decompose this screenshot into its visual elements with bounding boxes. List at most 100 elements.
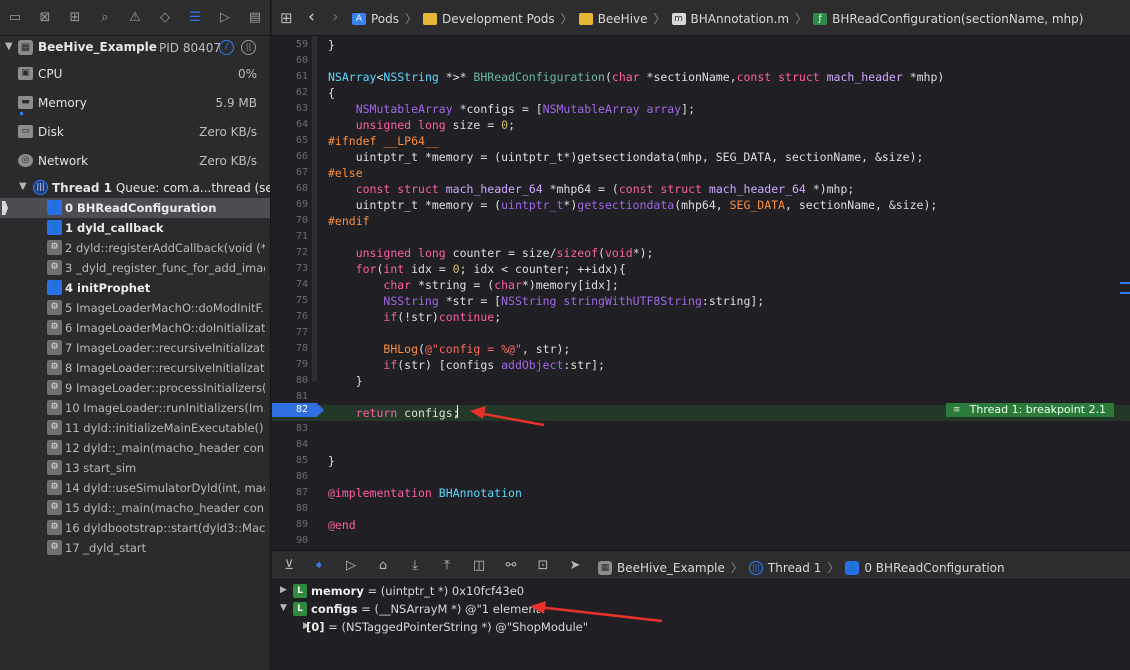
x-square-icon[interactable]: ⊠ xyxy=(36,9,54,27)
code-line[interactable]: 70 #endif xyxy=(272,213,1130,229)
code-line[interactable]: 63 NSMutableArray *configs = [NSMutableA… xyxy=(272,101,1130,117)
search-icon[interactable]: ⌕ xyxy=(96,9,114,27)
stack-frame-row[interactable]: ⚙ 9 ImageLoader::processInitializers(... xyxy=(0,378,270,398)
variable-row[interactable]: ▼ Lconfigs = (__NSArrayM *) @"1 element" xyxy=(272,600,1130,618)
system-frame-icon: ⚙ xyxy=(47,520,62,535)
step-over-icon[interactable]: ⌂ xyxy=(374,557,392,575)
debug-breadcrumb-label: 0 BHReadConfiguration xyxy=(864,560,1005,575)
step-out-icon[interactable]: ⤒ xyxy=(438,557,456,575)
code-line[interactable]: 78 BHLog(@"config = %@", str); xyxy=(272,341,1130,357)
continue-icon[interactable]: ▷ xyxy=(342,557,360,575)
stack-frame-row[interactable]: ⚙ 3 _dyld_register_func_for_add_image xyxy=(0,258,270,278)
variable-row[interactable]: ▶ Lmemory = (uintptr_t *) 0x10fcf43e0 xyxy=(272,582,1130,600)
code-line[interactable]: 64 unsigned long size = 0; xyxy=(272,117,1130,133)
stack-frame-row[interactable]: ⚙ 17 _dyld_start xyxy=(0,538,270,558)
back-chevron-icon[interactable]: ‹ xyxy=(308,7,315,27)
breakpoint-marker[interactable]: 82 xyxy=(272,403,324,417)
pause-gauge-icon[interactable]: || xyxy=(241,40,256,55)
forward-chevron-icon[interactable]: › xyxy=(332,7,339,27)
stack-frame-row[interactable]: ⚙ 2 dyld::registerAddCallback(void (*... xyxy=(0,238,270,258)
stack-frame-label: 8 ImageLoader::recursiveInitializati... xyxy=(65,361,265,375)
disclosure-down-icon[interactable]: ▼ xyxy=(19,181,27,192)
activity-gauge-icon[interactable]: / xyxy=(219,40,234,55)
code-line[interactable]: 84 xyxy=(272,437,1130,453)
stack-frame-row[interactable]: ⚙ 11 dyld::initializeMainExecutable() xyxy=(0,418,270,438)
code-line[interactable]: 67 #else xyxy=(272,165,1130,181)
code-line[interactable]: 69 uintptr_t *memory = (uintptr_t*)getse… xyxy=(272,197,1130,213)
breakpoint-line-number: 82 xyxy=(295,404,308,415)
warning-icon[interactable]: ⚠ xyxy=(126,9,144,27)
breadcrumb-item[interactable]: Development Pods xyxy=(423,12,555,26)
code-line[interactable]: 60 xyxy=(272,53,1130,69)
debug-breadcrumb-item[interactable]: ||| Thread 1 xyxy=(748,560,821,575)
tag-icon[interactable]: ▷ xyxy=(216,9,234,27)
code-line[interactable]: 85} xyxy=(272,453,1130,469)
simulate-location-icon[interactable]: ➤ xyxy=(566,557,584,575)
code-line[interactable]: 80 } xyxy=(272,373,1130,389)
stack-frame-row[interactable]: ⚙ 10 ImageLoader::runInitializers(Im... xyxy=(0,398,270,418)
code-line[interactable]: 59} xyxy=(272,37,1130,53)
gauge-network[interactable]: ◎ Network Zero KB/s xyxy=(0,147,270,176)
code-line[interactable]: 86 xyxy=(272,469,1130,485)
stack-frame-row[interactable]: 👤 1 dyld_callback xyxy=(0,218,270,238)
debug-breadcrumb-item[interactable]: ▦ BeeHive_Example xyxy=(598,560,725,575)
stack-frame-row[interactable]: 👤 4 initProphet xyxy=(0,278,270,298)
gauge-cpu[interactable]: ▣ CPU 0% xyxy=(0,60,270,89)
code-line[interactable]: 75 NSString *str = [NSString stringWithU… xyxy=(272,293,1130,309)
environment-overrides-icon[interactable]: ⊡ xyxy=(534,557,552,575)
hide-debug-area-icon[interactable]: ⊻ xyxy=(280,557,298,575)
code-line[interactable]: 66 uintptr_t *memory = (uintptr_t*)getse… xyxy=(272,149,1130,165)
breadcrumb-item[interactable]: A Pods xyxy=(352,12,399,26)
line-number: 69 xyxy=(295,199,308,210)
stack-frame-row[interactable]: 👤 0 BHReadConfiguration xyxy=(0,198,270,218)
disclosure-down-icon[interactable]: ▼ xyxy=(5,41,13,52)
process-row[interactable]: ▼ ▦ BeeHive_Example PID 80407 / || xyxy=(0,37,270,59)
code-line[interactable]: 79 if(str) [configs addObject:str]; xyxy=(272,357,1130,373)
stack-frame-row[interactable]: ⚙ 13 start_sim xyxy=(0,458,270,478)
stack-frame-row[interactable]: ⚙ 16 dyldbootstrap::start(dyld3::Mac... xyxy=(0,518,270,538)
stack-frame-row[interactable]: ⚙ 6 ImageLoaderMachO::doInitializat... xyxy=(0,318,270,338)
stack-frame-row[interactable]: ⚙ 5 ImageLoaderMachO::doModInitF... xyxy=(0,298,270,318)
code-line[interactable]: 90 xyxy=(272,533,1130,549)
diamond-icon[interactable]: ◇ xyxy=(156,9,174,27)
breakpoint-toggle-icon[interactable]: ➧ xyxy=(310,557,328,575)
related-items-grid-icon[interactable]: ⊞ xyxy=(280,9,293,27)
code-line[interactable]: 72 unsigned long counter = size/sizeof(v… xyxy=(272,245,1130,261)
breadcrumb-item[interactable]: m BHAnnotation.m xyxy=(671,12,789,26)
debug-breadcrumb-item[interactable]: 👤 0 BHReadConfiguration xyxy=(845,560,1005,575)
debug-navigator-icon[interactable]: ☰ xyxy=(186,9,204,27)
gauge-disk[interactable]: ▭ Disk Zero KB/s xyxy=(0,112,270,147)
breadcrumb-item[interactable]: ƒ BHReadConfiguration(sectionName, mhp) xyxy=(813,12,1083,26)
gauge-memory[interactable]: ▬ Memory 5.9 MB xyxy=(0,89,270,118)
stack-frame-row[interactable]: ⚙ 7 ImageLoader::recursiveInitializati... xyxy=(0,338,270,358)
code-line[interactable]: 68 const struct mach_header_64 *mhp64 = … xyxy=(272,181,1130,197)
code-line[interactable]: 77 xyxy=(272,325,1130,341)
code-line[interactable]: 65 #ifndef __LP64__ xyxy=(272,133,1130,149)
code-line[interactable]: 71 xyxy=(272,229,1130,245)
comment-icon[interactable]: ▤ xyxy=(246,9,264,27)
thread-row[interactable]: ▼ ||| Thread 1 Queue: com.a...thread (se… xyxy=(0,178,270,198)
code-line[interactable]: 89 @end xyxy=(272,517,1130,533)
disclosure-down-icon[interactable]: ▼ xyxy=(280,603,287,613)
code-line[interactable]: 74 char *string = (char*)memory[idx]; xyxy=(272,277,1130,293)
code-line[interactable]: 73 for(int idx = 0; idx < counter; ++idx… xyxy=(272,261,1130,277)
stack-frame-row[interactable]: ⚙ 15 dyld::_main(macho_header con... xyxy=(0,498,270,518)
memory-graph-icon[interactable]: ⚯ xyxy=(502,557,520,575)
step-into-icon[interactable]: ⤓ xyxy=(406,557,424,575)
code-line[interactable]: 76 if(!str)continue; xyxy=(272,309,1130,325)
code-line[interactable]: 62 { xyxy=(272,85,1130,101)
variable-row[interactable]: ▶ [0] = (NSTaggedPointerString *) @"ShopM… xyxy=(272,618,1130,636)
folder-icon[interactable]: ▭ xyxy=(6,9,24,27)
breadcrumb-item[interactable]: BeeHive xyxy=(578,12,648,26)
stack-frame-row[interactable]: ⚙ 14 dyld::useSimulatorDyld(int, mac... xyxy=(0,478,270,498)
debug-view-hierarchy-icon[interactable]: ◫ xyxy=(470,557,488,575)
code-line[interactable]: 88 xyxy=(272,501,1130,517)
code-line[interactable]: 83 xyxy=(272,421,1130,437)
source-editor[interactable]: 59} 60 61 NSArray<NSString *>* BHReadConfig… xyxy=(272,36,1130,550)
stack-frame-row[interactable]: ⚙ 8 ImageLoader::recursiveInitializati... xyxy=(0,358,270,378)
code-line[interactable]: 87 @implementation BHAnnotation xyxy=(272,485,1130,501)
code-line[interactable]: 61 NSArray<NSString *>* BHReadConfigurati… xyxy=(272,69,1130,85)
stack-frame-row[interactable]: ⚙ 12 dyld::_main(macho_header con... xyxy=(0,438,270,458)
hierarchy-icon[interactable]: ⊞ xyxy=(66,9,84,27)
disclosure-right-icon[interactable]: ▶ xyxy=(280,585,287,595)
